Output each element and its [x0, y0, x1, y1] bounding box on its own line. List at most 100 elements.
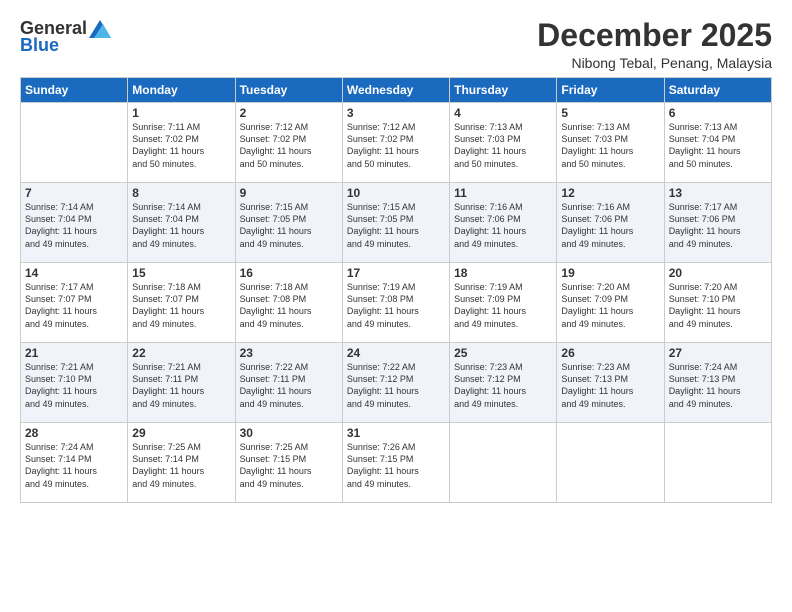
calendar-cell: 9Sunrise: 7:15 AMSunset: 7:05 PMDaylight…	[235, 183, 342, 263]
calendar-cell: 31Sunrise: 7:26 AMSunset: 7:15 PMDayligh…	[342, 423, 449, 503]
week-row-4: 28Sunrise: 7:24 AMSunset: 7:14 PMDayligh…	[21, 423, 772, 503]
week-row-1: 7Sunrise: 7:14 AMSunset: 7:04 PMDaylight…	[21, 183, 772, 263]
day-number: 9	[240, 186, 338, 200]
day-info: Sunrise: 7:16 AMSunset: 7:06 PMDaylight:…	[561, 201, 659, 250]
calendar-cell	[21, 103, 128, 183]
day-info: Sunrise: 7:20 AMSunset: 7:10 PMDaylight:…	[669, 281, 767, 330]
day-info: Sunrise: 7:23 AMSunset: 7:12 PMDaylight:…	[454, 361, 552, 410]
logo: General Blue	[20, 18, 111, 56]
day-info: Sunrise: 7:13 AMSunset: 7:04 PMDaylight:…	[669, 121, 767, 170]
day-number: 12	[561, 186, 659, 200]
day-info: Sunrise: 7:19 AMSunset: 7:08 PMDaylight:…	[347, 281, 445, 330]
day-info: Sunrise: 7:21 AMSunset: 7:11 PMDaylight:…	[132, 361, 230, 410]
day-number: 13	[669, 186, 767, 200]
day-number: 29	[132, 426, 230, 440]
day-number: 8	[132, 186, 230, 200]
day-info: Sunrise: 7:22 AMSunset: 7:11 PMDaylight:…	[240, 361, 338, 410]
col-wednesday: Wednesday	[342, 78, 449, 103]
day-number: 22	[132, 346, 230, 360]
calendar-cell: 23Sunrise: 7:22 AMSunset: 7:11 PMDayligh…	[235, 343, 342, 423]
calendar-cell: 27Sunrise: 7:24 AMSunset: 7:13 PMDayligh…	[664, 343, 771, 423]
header: General Blue December 2025 Nibong Tebal,…	[20, 18, 772, 71]
logo-icon	[89, 20, 111, 38]
calendar-cell: 25Sunrise: 7:23 AMSunset: 7:12 PMDayligh…	[450, 343, 557, 423]
calendar: Sunday Monday Tuesday Wednesday Thursday…	[20, 77, 772, 503]
calendar-cell: 30Sunrise: 7:25 AMSunset: 7:15 PMDayligh…	[235, 423, 342, 503]
calendar-cell: 24Sunrise: 7:22 AMSunset: 7:12 PMDayligh…	[342, 343, 449, 423]
calendar-cell: 17Sunrise: 7:19 AMSunset: 7:08 PMDayligh…	[342, 263, 449, 343]
calendar-cell: 13Sunrise: 7:17 AMSunset: 7:06 PMDayligh…	[664, 183, 771, 263]
day-number: 17	[347, 266, 445, 280]
day-number: 25	[454, 346, 552, 360]
day-number: 20	[669, 266, 767, 280]
day-info: Sunrise: 7:13 AMSunset: 7:03 PMDaylight:…	[561, 121, 659, 170]
day-info: Sunrise: 7:17 AMSunset: 7:06 PMDaylight:…	[669, 201, 767, 250]
day-number: 23	[240, 346, 338, 360]
day-info: Sunrise: 7:13 AMSunset: 7:03 PMDaylight:…	[454, 121, 552, 170]
calendar-cell: 22Sunrise: 7:21 AMSunset: 7:11 PMDayligh…	[128, 343, 235, 423]
day-info: Sunrise: 7:24 AMSunset: 7:14 PMDaylight:…	[25, 441, 123, 490]
subtitle: Nibong Tebal, Penang, Malaysia	[537, 55, 772, 71]
col-saturday: Saturday	[664, 78, 771, 103]
day-info: Sunrise: 7:20 AMSunset: 7:09 PMDaylight:…	[561, 281, 659, 330]
day-number: 27	[669, 346, 767, 360]
day-number: 19	[561, 266, 659, 280]
calendar-cell: 6Sunrise: 7:13 AMSunset: 7:04 PMDaylight…	[664, 103, 771, 183]
month-title: December 2025	[537, 18, 772, 53]
calendar-cell: 19Sunrise: 7:20 AMSunset: 7:09 PMDayligh…	[557, 263, 664, 343]
day-info: Sunrise: 7:12 AMSunset: 7:02 PMDaylight:…	[347, 121, 445, 170]
day-info: Sunrise: 7:24 AMSunset: 7:13 PMDaylight:…	[669, 361, 767, 410]
day-info: Sunrise: 7:22 AMSunset: 7:12 PMDaylight:…	[347, 361, 445, 410]
day-info: Sunrise: 7:17 AMSunset: 7:07 PMDaylight:…	[25, 281, 123, 330]
day-number: 15	[132, 266, 230, 280]
calendar-cell: 21Sunrise: 7:21 AMSunset: 7:10 PMDayligh…	[21, 343, 128, 423]
day-number: 31	[347, 426, 445, 440]
calendar-cell: 16Sunrise: 7:18 AMSunset: 7:08 PMDayligh…	[235, 263, 342, 343]
calendar-cell: 15Sunrise: 7:18 AMSunset: 7:07 PMDayligh…	[128, 263, 235, 343]
day-info: Sunrise: 7:15 AMSunset: 7:05 PMDaylight:…	[240, 201, 338, 250]
day-number: 6	[669, 106, 767, 120]
week-row-3: 21Sunrise: 7:21 AMSunset: 7:10 PMDayligh…	[21, 343, 772, 423]
calendar-cell: 2Sunrise: 7:12 AMSunset: 7:02 PMDaylight…	[235, 103, 342, 183]
day-number: 7	[25, 186, 123, 200]
day-number: 26	[561, 346, 659, 360]
col-monday: Monday	[128, 78, 235, 103]
calendar-cell: 10Sunrise: 7:15 AMSunset: 7:05 PMDayligh…	[342, 183, 449, 263]
calendar-cell: 28Sunrise: 7:24 AMSunset: 7:14 PMDayligh…	[21, 423, 128, 503]
day-info: Sunrise: 7:26 AMSunset: 7:15 PMDaylight:…	[347, 441, 445, 490]
day-number: 21	[25, 346, 123, 360]
day-info: Sunrise: 7:12 AMSunset: 7:02 PMDaylight:…	[240, 121, 338, 170]
logo-blue-text: Blue	[20, 35, 59, 56]
calendar-cell	[557, 423, 664, 503]
day-info: Sunrise: 7:25 AMSunset: 7:14 PMDaylight:…	[132, 441, 230, 490]
day-number: 2	[240, 106, 338, 120]
day-number: 18	[454, 266, 552, 280]
day-number: 10	[347, 186, 445, 200]
calendar-cell: 1Sunrise: 7:11 AMSunset: 7:02 PMDaylight…	[128, 103, 235, 183]
calendar-cell: 29Sunrise: 7:25 AMSunset: 7:14 PMDayligh…	[128, 423, 235, 503]
day-number: 11	[454, 186, 552, 200]
week-row-2: 14Sunrise: 7:17 AMSunset: 7:07 PMDayligh…	[21, 263, 772, 343]
col-tuesday: Tuesday	[235, 78, 342, 103]
calendar-cell: 3Sunrise: 7:12 AMSunset: 7:02 PMDaylight…	[342, 103, 449, 183]
day-info: Sunrise: 7:11 AMSunset: 7:02 PMDaylight:…	[132, 121, 230, 170]
day-number: 3	[347, 106, 445, 120]
col-sunday: Sunday	[21, 78, 128, 103]
day-info: Sunrise: 7:14 AMSunset: 7:04 PMDaylight:…	[25, 201, 123, 250]
day-number: 16	[240, 266, 338, 280]
day-number: 5	[561, 106, 659, 120]
page: General Blue December 2025 Nibong Tebal,…	[0, 0, 792, 612]
day-number: 24	[347, 346, 445, 360]
calendar-cell: 12Sunrise: 7:16 AMSunset: 7:06 PMDayligh…	[557, 183, 664, 263]
calendar-cell: 4Sunrise: 7:13 AMSunset: 7:03 PMDaylight…	[450, 103, 557, 183]
title-block: December 2025 Nibong Tebal, Penang, Mala…	[537, 18, 772, 71]
day-number: 1	[132, 106, 230, 120]
day-number: 4	[454, 106, 552, 120]
calendar-cell: 18Sunrise: 7:19 AMSunset: 7:09 PMDayligh…	[450, 263, 557, 343]
day-number: 30	[240, 426, 338, 440]
day-info: Sunrise: 7:23 AMSunset: 7:13 PMDaylight:…	[561, 361, 659, 410]
calendar-cell: 7Sunrise: 7:14 AMSunset: 7:04 PMDaylight…	[21, 183, 128, 263]
day-number: 28	[25, 426, 123, 440]
day-info: Sunrise: 7:25 AMSunset: 7:15 PMDaylight:…	[240, 441, 338, 490]
calendar-cell: 5Sunrise: 7:13 AMSunset: 7:03 PMDaylight…	[557, 103, 664, 183]
